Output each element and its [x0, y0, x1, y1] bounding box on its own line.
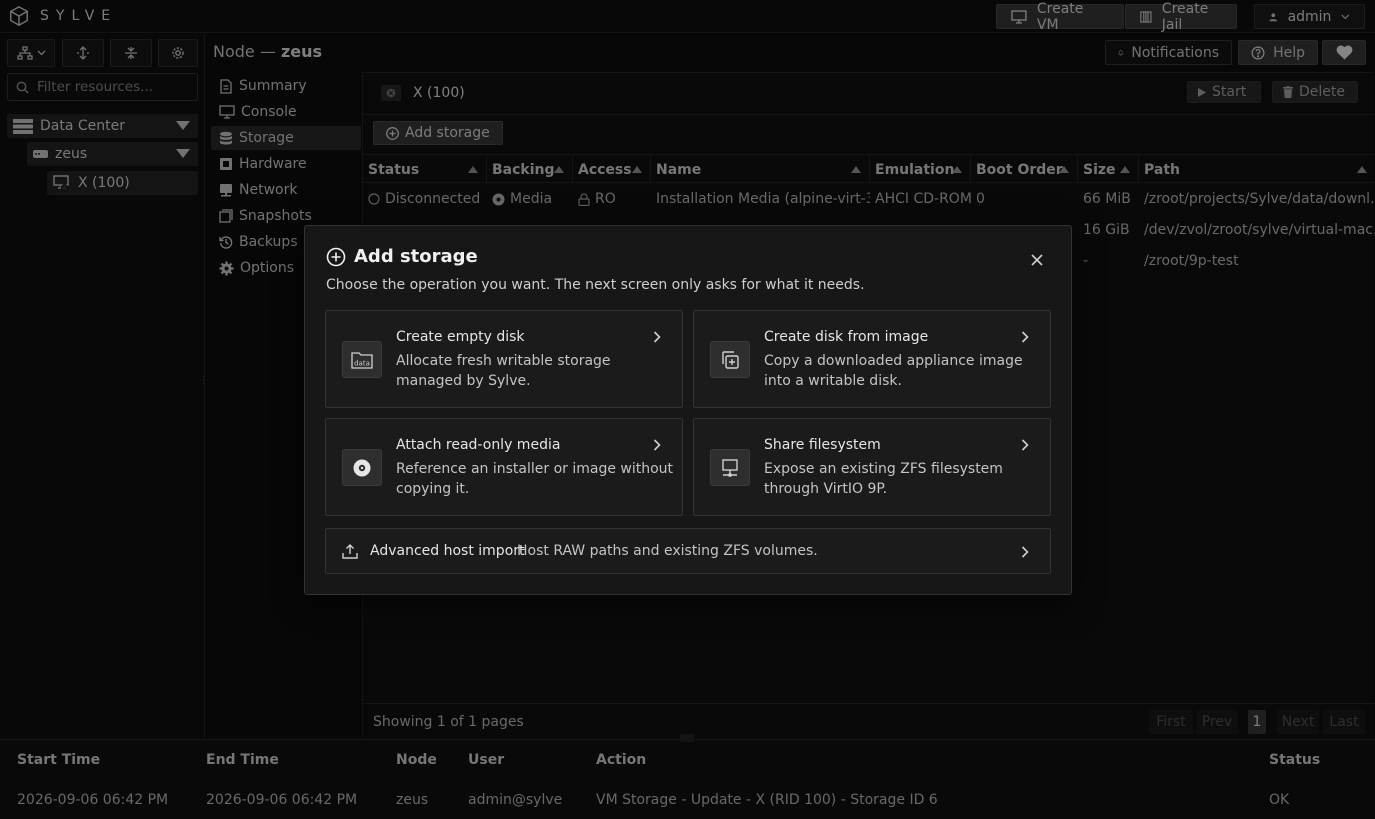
card-icon-box: data: [342, 341, 382, 378]
option-attach-read-only-media[interactable]: Attach read-only media Reference an inst…: [325, 418, 683, 516]
option-create-empty-disk[interactable]: data Create empty disk Allocate fresh wr…: [325, 310, 683, 408]
dialog-title-text: Add storage: [354, 246, 478, 267]
dialog-title: Add storage: [326, 246, 478, 267]
copy-plus-icon: [722, 350, 739, 369]
svg-text:data: data: [354, 359, 370, 367]
card-icon-box: [710, 449, 750, 486]
chevron-right-icon: [1021, 546, 1029, 558]
option-create-disk-from-image[interactable]: Create disk from image Copy a downloaded…: [693, 310, 1051, 408]
folder-data-icon: data: [351, 351, 373, 369]
share-monitor-icon: [722, 458, 738, 477]
chevron-right-icon: [653, 439, 661, 451]
advanced-description: Host RAW paths and existing ZFS volumes.: [517, 543, 818, 559]
chevron-right-icon: [1021, 439, 1029, 451]
card-title: Share filesystem: [764, 437, 881, 453]
dialog-subtitle: Choose the operation you want. The next …: [326, 277, 865, 293]
chevron-right-icon: [1021, 331, 1029, 343]
option-advanced-host-import[interactable]: Advanced host import Host RAW paths and …: [325, 528, 1051, 574]
card-description: Reference an installer or image without …: [396, 461, 674, 497]
card-icon-box: [342, 449, 382, 486]
card-description: Allocate fresh writable storage managed …: [396, 353, 611, 389]
upload-tray-icon: [342, 544, 358, 559]
chevron-right-icon: [653, 331, 661, 343]
option-share-filesystem[interactable]: Share filesystem Expose an existing ZFS …: [693, 418, 1051, 516]
close-button[interactable]: [1027, 250, 1047, 270]
plus-circle-icon: [326, 247, 346, 266]
card-icon-box: [710, 341, 750, 378]
card-description: Expose an existing ZFS filesystem throug…: [764, 461, 1003, 497]
advanced-title: Advanced host import: [370, 543, 525, 559]
add-storage-dialog: Add storage Choose the operation you wan…: [304, 225, 1072, 595]
disc-icon: [353, 459, 371, 476]
card-title: Create disk from image: [764, 329, 929, 345]
card-title: Attach read-only media: [396, 437, 561, 453]
card-title: Create empty disk: [396, 329, 525, 345]
card-description: Copy a downloaded appliance image into a…: [764, 353, 1023, 389]
close-icon: [1031, 254, 1043, 266]
